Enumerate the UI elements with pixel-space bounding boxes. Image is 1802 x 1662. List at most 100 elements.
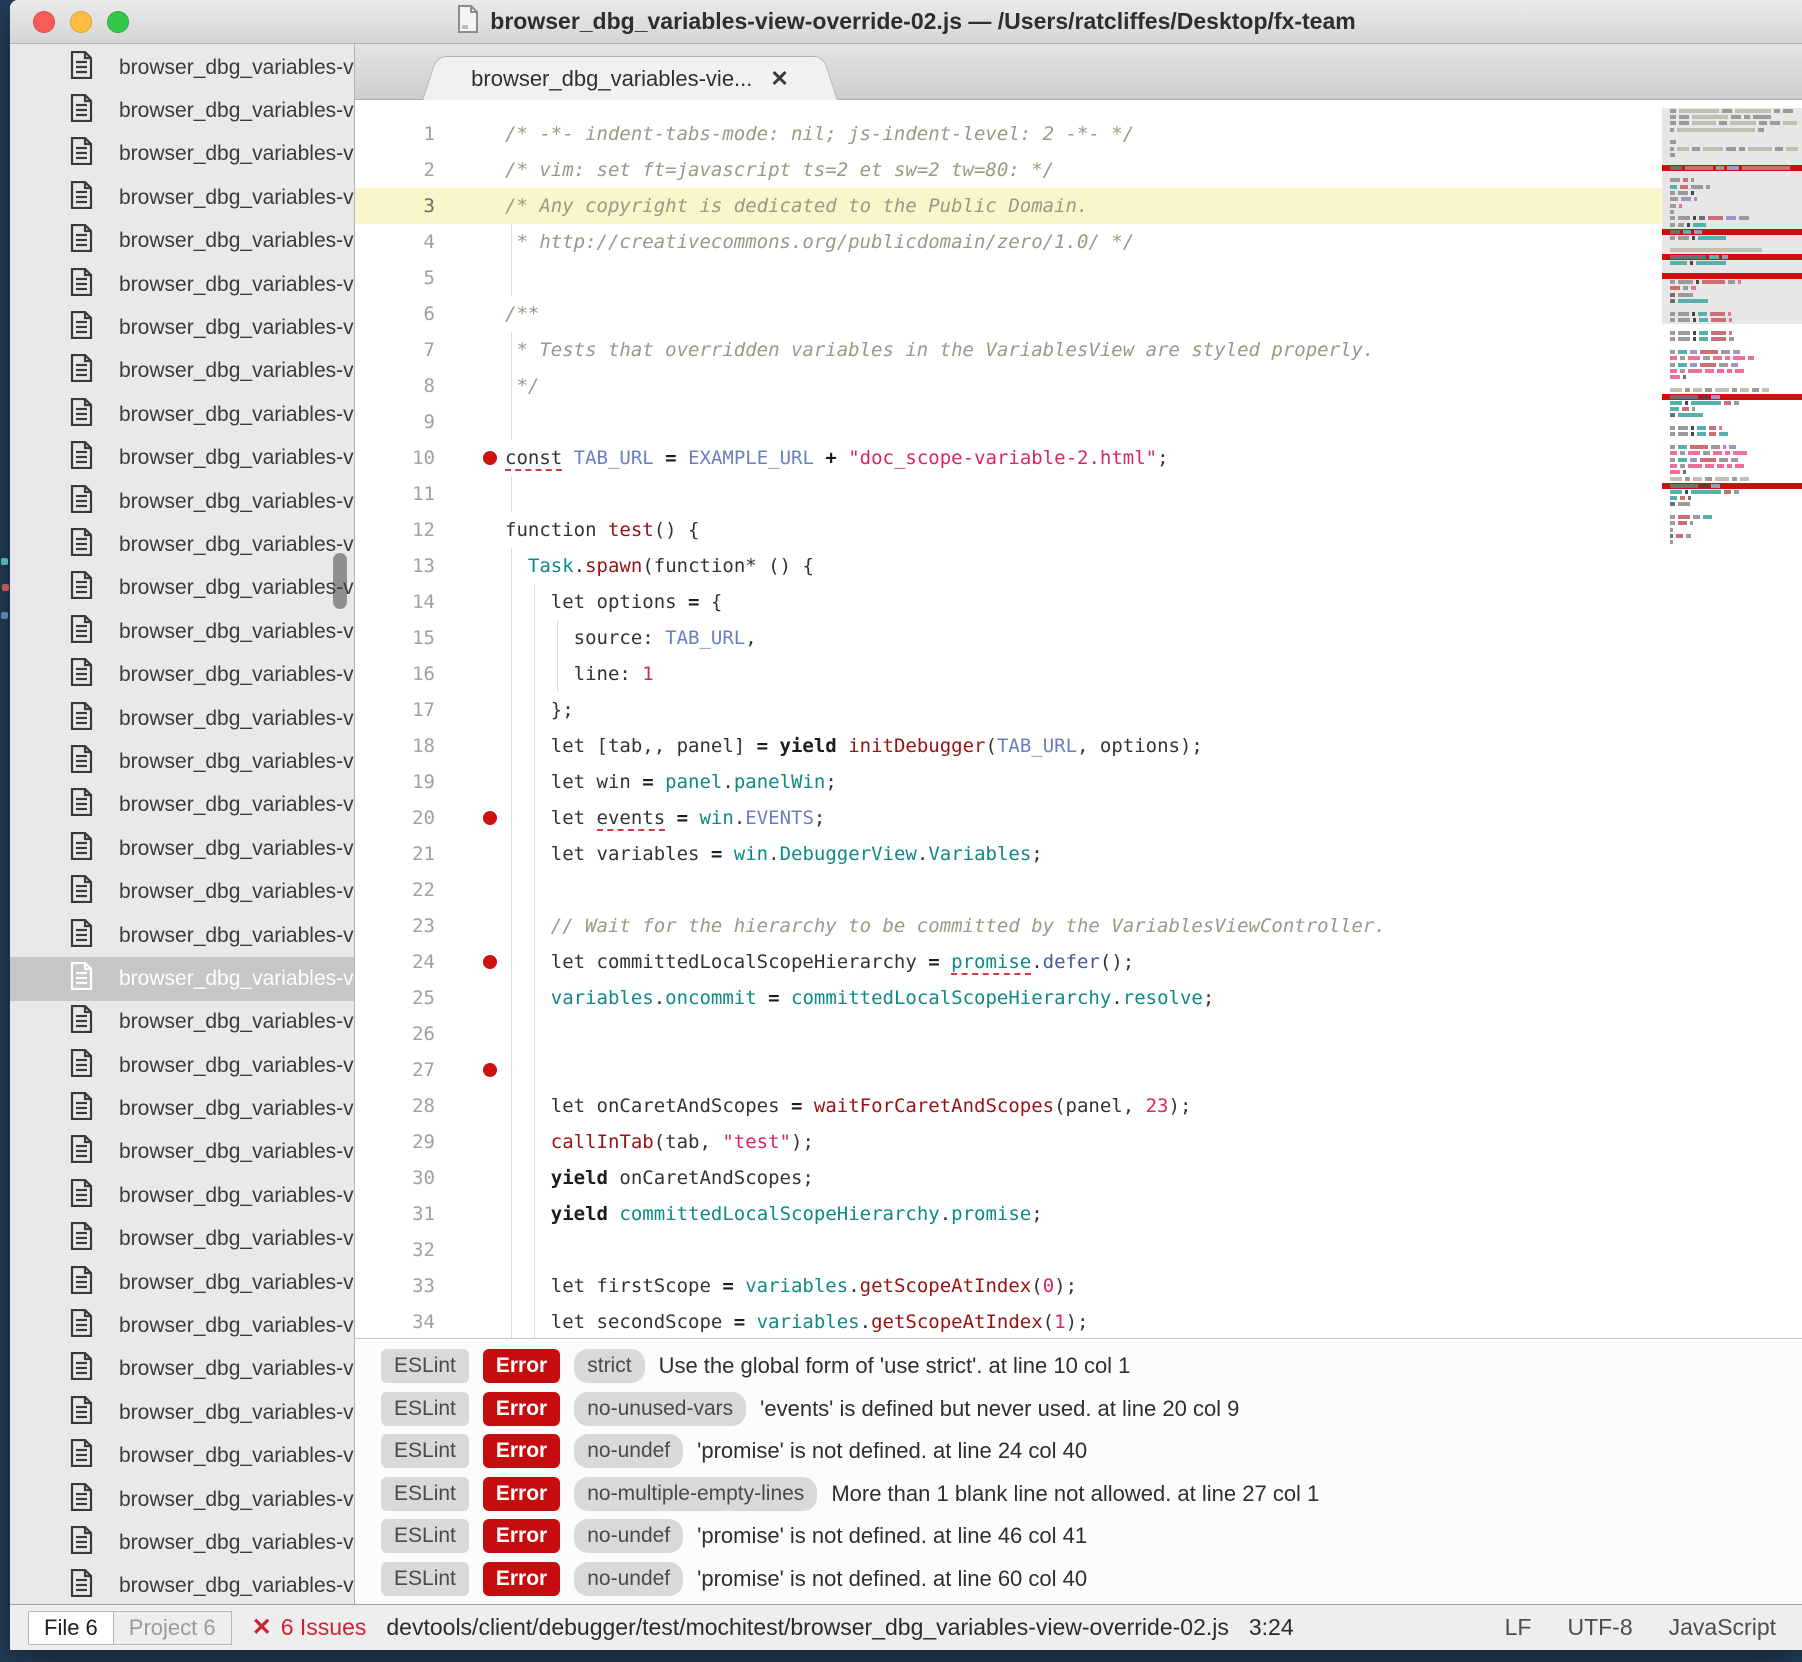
code-line[interactable]: 17 }; (355, 692, 1662, 728)
code-line[interactable]: 2/* vim: set ft=javascript ts=2 et sw=2 … (355, 152, 1662, 188)
sidebar-file-item[interactable]: browser_dbg_variables-view- (10, 957, 354, 1000)
minimap-segment (1670, 407, 1679, 411)
line-number: 32 (355, 1232, 435, 1268)
code-line[interactable]: 32 (355, 1232, 1662, 1268)
sidebar-file-item[interactable]: browser_dbg_variables-view- (10, 870, 354, 913)
sidebar-file-item[interactable]: browser_dbg_variables-view- (10, 133, 354, 176)
code-pane[interactable]: 1/* -*- indent-tabs-mode: nil; js-indent… (355, 100, 1662, 1338)
sidebar-file-item[interactable]: browser_dbg_variables-view- (10, 1001, 354, 1044)
file-issues-tab[interactable]: File 6 (28, 1611, 114, 1645)
code-line[interactable]: 6/** (355, 296, 1662, 332)
code-line[interactable]: 8 */ (355, 368, 1662, 404)
code-line[interactable]: 22 (355, 872, 1662, 908)
code-line[interactable]: 9 (355, 404, 1662, 440)
code-line[interactable]: 23 // Wait for the hierarchy to be commi… (355, 908, 1662, 944)
sidebar-file-item[interactable]: browser_dbg_variables-view- (10, 437, 354, 480)
sidebar-file-item[interactable]: browser_dbg_variables-view- (10, 784, 354, 827)
sidebar-file-item[interactable]: browser_dbg_variables-view- (10, 1218, 354, 1261)
code-line[interactable]: 21 let variables = win.DebuggerView.Vari… (355, 836, 1662, 872)
sidebar-file-item[interactable]: browser_dbg_variables-view- (10, 1087, 354, 1130)
code-text: let secondScope = variables.getScopeAtIn… (505, 1304, 1662, 1338)
lint-issue-row[interactable]: ESLintErrorno-undef'promise' is not defi… (355, 1430, 1802, 1473)
lint-issue-row[interactable]: ESLintErrorno-undef'promise' is not defi… (355, 1558, 1802, 1601)
sidebar-file-item[interactable]: browser_dbg_variables-view- (10, 653, 354, 696)
code-line[interactable]: 34 let secondScope = variables.getScopeA… (355, 1304, 1662, 1338)
sidebar-file-item[interactable]: browser_dbg_variables-view- (10, 1521, 354, 1564)
cursor-position-label[interactable]: 3:24 (1249, 1614, 1294, 1641)
sidebar-file-item[interactable]: browser_dbg_variables-view- (10, 306, 354, 349)
code-line[interactable]: 20 let events = win.EVENTS; (355, 800, 1662, 836)
code-line[interactable]: 4 * http://creativecommons.org/publicdom… (355, 224, 1662, 260)
sidebar-file-item[interactable]: browser_dbg_variables-view- (10, 697, 354, 740)
sidebar-file-item[interactable]: browser_dbg_variables-view- (10, 827, 354, 870)
file-icon (70, 745, 93, 779)
code-line[interactable]: 29 callInTab(tab, "test"); (355, 1124, 1662, 1160)
sidebar-file-item[interactable]: browser_dbg_variables-view- (10, 1261, 354, 1304)
code-line[interactable]: 16 line: 1 (355, 656, 1662, 692)
code-line[interactable]: 27 (355, 1052, 1662, 1088)
sidebar-file-item[interactable]: browser_dbg_variables-view- (10, 523, 354, 566)
tab-close-icon[interactable]: ✕ (770, 66, 788, 92)
zoom-window-button[interactable] (107, 11, 129, 33)
code-line[interactable]: 7 * Tests that overridden variables in t… (355, 332, 1662, 368)
code-line[interactable]: 14 let options = { (355, 584, 1662, 620)
sidebar-file-item[interactable]: browser_dbg_variables-view- (10, 350, 354, 393)
sidebar-file-item[interactable]: browser_dbg_variables-view- (10, 1391, 354, 1434)
code-line[interactable]: 33 let firstScope = variables.getScopeAt… (355, 1268, 1662, 1304)
code-line[interactable]: 30 yield onCaretAndScopes; (355, 1160, 1662, 1196)
code-line[interactable]: 28 let onCaretAndScopes = waitForCaretAn… (355, 1088, 1662, 1124)
sidebar-file-item[interactable]: browser_dbg_variables-view- (10, 1478, 354, 1521)
sidebar-file-item[interactable]: browser_dbg_variables-view- (10, 914, 354, 957)
code-line[interactable]: 19 let win = panel.panelWin; (355, 764, 1662, 800)
sidebar-file-item[interactable]: browser_dbg_variables-view- (10, 1435, 354, 1478)
sidebar-file-item[interactable]: browser_dbg_variables-view- (10, 480, 354, 523)
lint-issue-row[interactable]: ESLintErrorno-unused-vars'events' is def… (355, 1388, 1802, 1431)
sidebar-scrollbar[interactable] (333, 553, 347, 609)
minimap-segment (1719, 426, 1722, 430)
sidebar-file-item[interactable]: browser_dbg_variables-view- (10, 220, 354, 263)
sidebar-file-item[interactable]: browser_dbg_variables-view- (10, 46, 354, 89)
code-line[interactable]: 18 let [tab,, panel] = yield initDebugge… (355, 728, 1662, 764)
encoding-indicator[interactable]: UTF-8 (1567, 1614, 1632, 1641)
code-line[interactable]: 15 source: TAB_URL, (355, 620, 1662, 656)
sidebar-file-item[interactable]: browser_dbg_variables-view- (10, 740, 354, 783)
sidebar-file-item[interactable]: browser_dbg_variables-view- (10, 567, 354, 610)
code-line[interactable]: 12function test() { (355, 512, 1662, 548)
lint-issue-row[interactable]: ESLintErrorno-multiple-empty-linesMore t… (355, 1473, 1802, 1516)
minimize-window-button[interactable] (70, 11, 92, 33)
code-line[interactable]: 1/* -*- indent-tabs-mode: nil; js-indent… (355, 116, 1662, 152)
tab-active[interactable]: browser_dbg_variables-vie... ✕ (425, 56, 835, 101)
minimap-row (1662, 299, 1802, 304)
code-line[interactable]: 11 (355, 476, 1662, 512)
code-line[interactable]: 25 variables.oncommit = committedLocalSc… (355, 980, 1662, 1016)
sidebar-file-item[interactable]: browser_dbg_variables-view- (10, 1044, 354, 1087)
sidebar-file-item[interactable]: browser_dbg_variables-view- (10, 1131, 354, 1174)
sidebar-file-item[interactable]: browser_dbg_variables-view- (10, 263, 354, 306)
lint-issue-row[interactable]: ESLintErrorno-undef'promise' is not defi… (355, 1515, 1802, 1558)
issues-count-label: 6 Issues (281, 1614, 367, 1641)
line-ending-indicator[interactable]: LF (1505, 1614, 1532, 1641)
sidebar-file-item[interactable]: browser_dbg_variables-view- (10, 176, 354, 219)
code-line[interactable]: 24 let committedLocalScopeHierarchy = pr… (355, 944, 1662, 980)
code-line[interactable]: 13 Task.spawn(function* () { (355, 548, 1662, 584)
sidebar-file-item[interactable]: browser_dbg_variables-view- (10, 89, 354, 132)
code-line[interactable]: 10const TAB_URL = EXAMPLE_URL + "doc_sco… (355, 440, 1662, 476)
lint-issue-row[interactable]: ESLintErrorstrictUse the global form of … (355, 1345, 1802, 1388)
language-indicator[interactable]: JavaScript (1669, 1614, 1776, 1641)
code-line[interactable]: 26 (355, 1016, 1662, 1052)
close-window-button[interactable] (33, 11, 55, 33)
sidebar-file-item[interactable]: browser_dbg_variables-view- (10, 610, 354, 653)
code-line[interactable]: 3/* Any copyright is dedicated to the Pu… (355, 188, 1662, 224)
sidebar-file-item[interactable]: browser_dbg_variables-view- (10, 1348, 354, 1391)
code-editor[interactable]: 1/* -*- indent-tabs-mode: nil; js-indent… (355, 100, 1802, 1338)
sidebar-file-item[interactable]: browser_dbg_variables-view- (10, 1565, 354, 1604)
project-issues-tab[interactable]: Project 6 (113, 1611, 232, 1645)
code-line[interactable]: 31 yield committedLocalScopeHierarchy.pr… (355, 1196, 1662, 1232)
issues-indicator[interactable]: ✕ 6 Issues (252, 1613, 367, 1642)
minimap[interactable] (1662, 100, 1802, 1338)
sidebar-file-item[interactable]: browser_dbg_variables-view- (10, 1304, 354, 1347)
code-line[interactable]: 5 (355, 260, 1662, 296)
file-icon (70, 137, 93, 171)
sidebar-file-item[interactable]: browser_dbg_variables-view- (10, 393, 354, 436)
sidebar-file-item[interactable]: browser_dbg_variables-view- (10, 1174, 354, 1217)
